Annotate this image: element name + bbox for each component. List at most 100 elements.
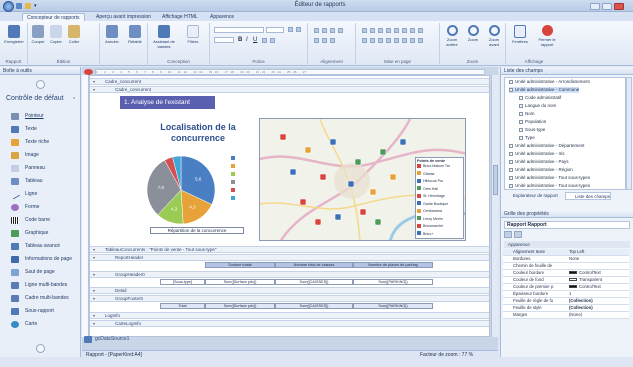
map-marker[interactable] (304, 146, 312, 154)
tab-field-list[interactable]: Liste des champs (565, 192, 612, 200)
report-page[interactable]: Cadre_concurrent Cadre_concurrent 1. Ana… (89, 75, 490, 337)
header-surface[interactable]: Surface totale (205, 262, 275, 268)
vspace-inc-icon[interactable] (394, 38, 399, 43)
map-marker[interactable] (319, 173, 327, 181)
tool-image[interactable]: Image (3, 150, 78, 161)
underline-button[interactable]: U (253, 37, 257, 43)
map-marker[interactable] (369, 188, 377, 196)
valign-middle-icon[interactable] (322, 38, 327, 43)
field-tree-item[interactable]: Type (519, 135, 535, 141)
detail-caisses[interactable]: Sum([CAISSES]) (275, 279, 353, 285)
sort-categorized-icon[interactable] (504, 231, 512, 238)
hspace-dec-icon[interactable] (378, 38, 383, 43)
tool-line[interactable]: Ligne (3, 189, 78, 200)
map-marker[interactable] (334, 213, 342, 221)
map-marker[interactable] (354, 158, 362, 166)
collapse-down-icon[interactable] (36, 344, 45, 353)
band-group-header[interactable]: GroupHeader0 (90, 271, 489, 278)
tool-chart[interactable]: Graphique (3, 228, 78, 239)
band-loginfo[interactable]: LogInfo (90, 312, 489, 319)
field-tree-item[interactable]: Code administratif (519, 95, 561, 101)
save-button[interactable]: Enregistrer (2, 25, 26, 44)
property-row[interactable]: Bordures None (503, 256, 629, 263)
tool-subreport[interactable]: Sous-rapport (3, 306, 78, 317)
send-back-icon[interactable] (418, 38, 423, 43)
field-list-tree[interactable]: Unité administrative - Arrondissement Uni… (504, 77, 626, 190)
bold-button[interactable]: B (238, 37, 242, 43)
maximize-button[interactable] (602, 3, 612, 10)
field-tree-item[interactable]: Unité administrative - Pays (509, 159, 569, 165)
same-width-icon[interactable] (410, 28, 415, 33)
field-tree-item[interactable]: Population (519, 119, 546, 125)
align-rights-icon[interactable] (378, 28, 383, 33)
property-category[interactable]: Apparence (504, 241, 630, 248)
font-size-select[interactable] (266, 27, 284, 33)
property-row[interactable]: Chemin de feuille de (503, 263, 629, 270)
close-window-button[interactable] (614, 3, 624, 10)
bring-front-icon[interactable] (410, 38, 415, 43)
property-row[interactable]: Couleur de fond Transparent (503, 277, 629, 284)
tool-table[interactable]: Tableau (3, 176, 78, 187)
qat-dropdown-icon[interactable]: ▾ (34, 3, 37, 9)
property-value[interactable]: Top Left (569, 249, 584, 255)
property-value[interactable]: None (569, 256, 579, 262)
tab-html[interactable]: Affichage HTML (158, 13, 202, 21)
windows-button[interactable]: Fenêtres (508, 25, 532, 44)
property-row[interactable]: Feuille de règle de fo (Collection) (503, 298, 629, 305)
align-bottoms-icon[interactable] (402, 28, 407, 33)
tab-report-explorer[interactable]: Explorateur de rapport (504, 192, 558, 200)
field-tree-item[interactable]: Unité administrative - Région (509, 167, 573, 173)
align-lefts-icon[interactable] (362, 28, 367, 33)
detail-subtype[interactable]: [Sous-type] (160, 279, 205, 285)
property-value[interactable]: (Collection) (569, 305, 593, 311)
field-tree-item[interactable]: Unité administrative - Commune (509, 87, 580, 93)
zoom-in-button[interactable]: Zoom avant (484, 25, 504, 47)
header-parking[interactable]: Nombre de places de parking (353, 262, 433, 268)
datasource-label[interactable]: gcDataSource1 (95, 336, 129, 342)
band-table[interactable]: TableauConcurrents : "Points de vente - … (90, 246, 489, 253)
property-row[interactable]: Marges (None) (503, 312, 629, 319)
tool-page-info[interactable]: Informations de page (3, 254, 78, 265)
designer-vscrollbar[interactable] (491, 75, 498, 337)
field-tree-item[interactable]: Unité administrative - Iris (509, 151, 565, 157)
filters-button[interactable]: Filtres (180, 25, 206, 44)
font-family-select[interactable] (214, 27, 264, 33)
band-cadre[interactable]: Cadre_concurrent (90, 78, 489, 85)
tab-concepteur[interactable]: Concepteur de rapports (22, 13, 85, 21)
property-value[interactable]: ControlText (569, 270, 601, 276)
font-color-icon[interactable] (262, 38, 267, 43)
copy-button[interactable]: Copier (48, 25, 64, 44)
minimize-button[interactable] (590, 3, 600, 10)
field-list-scrollbar[interactable] (626, 77, 632, 190)
footer-caisses[interactable]: Sum([CAISSES]) (275, 303, 353, 309)
tool-rich-text[interactable]: Texte riche (3, 137, 78, 148)
footer-surface[interactable]: Sum([Surface pdv]) (205, 303, 275, 309)
italic-button[interactable]: I (246, 37, 248, 43)
hspace-equal-icon[interactable] (362, 38, 367, 43)
properties-object-select[interactable]: Rapport Rapport (504, 221, 630, 229)
map-marker[interactable] (279, 133, 287, 141)
map-marker[interactable] (379, 148, 387, 156)
align-middles-icon[interactable] (394, 28, 399, 33)
vspace-equal-icon[interactable] (386, 38, 391, 43)
field-tree-item[interactable]: Unité administrative - Tout sous-types (509, 175, 590, 181)
property-value[interactable]: Transparent (569, 277, 602, 283)
field-tree-item[interactable]: Nom (519, 111, 535, 117)
tool-multiband-frame[interactable]: Cadre multi-bandes (3, 293, 78, 304)
justify-icon[interactable] (338, 28, 343, 33)
align-centers-icon[interactable] (370, 28, 375, 33)
zoom-out-button[interactable]: Zoom arrière (442, 25, 462, 47)
pie-chart[interactable]: 5,6 4,3 4,3 7,8 (135, 148, 255, 232)
map-marker[interactable] (314, 218, 322, 226)
property-row[interactable]: Couleur bordure ControlText (503, 270, 629, 277)
align-tops-icon[interactable] (386, 28, 391, 33)
tab-apparence[interactable]: Apparence (206, 13, 238, 21)
chart-caption[interactable]: Répartition de la concurrence (150, 227, 244, 234)
tool-pointer[interactable]: Pointeur (3, 111, 78, 122)
detail-parking[interactable]: Sum([PARKING]) (353, 279, 433, 285)
section-title[interactable]: 1. Analyse de l'existant (120, 96, 215, 109)
fill-color-icon[interactable] (270, 38, 275, 43)
property-row[interactable]: Feuille de style (Collection) (503, 305, 629, 312)
redo-button[interactable]: Rétablir (124, 25, 146, 44)
band-report-header[interactable]: ReportHeader (90, 254, 489, 261)
